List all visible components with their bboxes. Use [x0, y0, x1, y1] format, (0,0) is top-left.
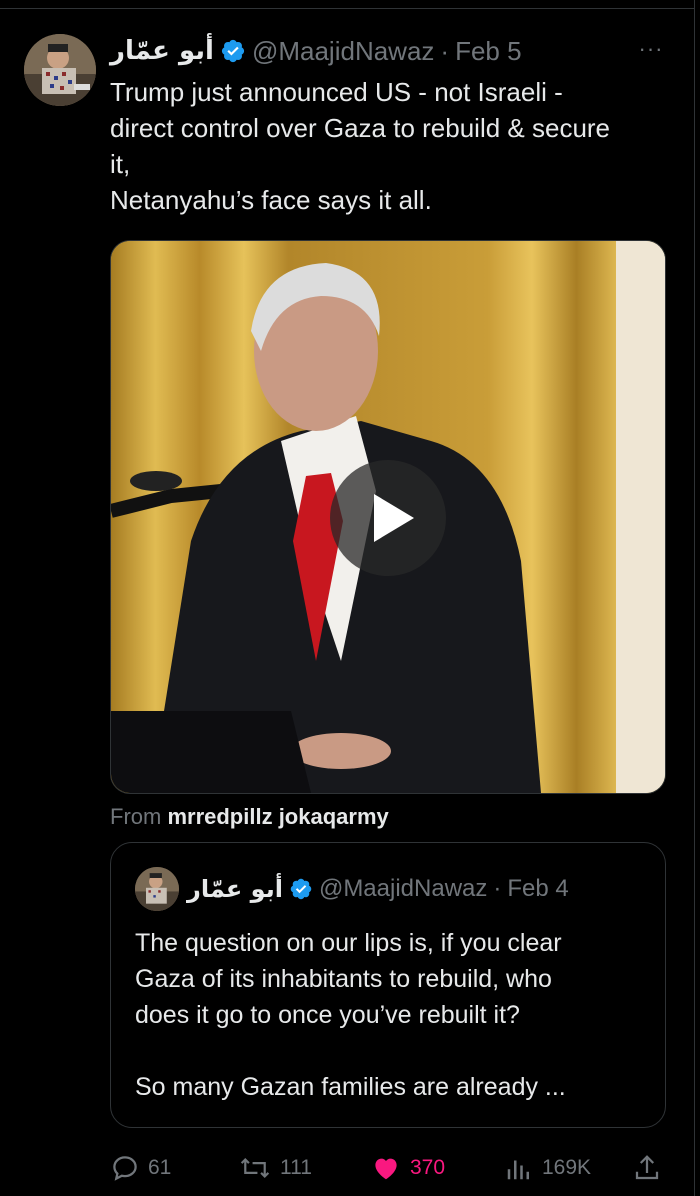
tweet-text: Trump just announced US - not Israeli - … [110, 77, 611, 215]
action-bar: 61 111 370 169K [110, 1150, 670, 1186]
separator-dot: · [440, 35, 450, 66]
play-button[interactable] [330, 460, 446, 576]
analytics-icon [507, 1160, 529, 1180]
reply-button[interactable]: 61 [110, 1150, 171, 1186]
tweet-date[interactable]: Feb 5 [455, 36, 522, 67]
quoted-display-name: أبو عمّار [187, 875, 283, 903]
share-icon [635, 1155, 659, 1180]
quoted-handle: @MaajidNawaz [318, 875, 488, 902]
reply-icon [113, 1156, 137, 1181]
display-name[interactable]: أبو عمّار [110, 36, 214, 66]
more-options-icon[interactable]: ··· [634, 34, 668, 64]
repost-button[interactable]: 111 [238, 1150, 312, 1186]
quoted-tweet[interactable]: أبو عمّار @MaajidNawaz · Feb 4 The quest… [110, 842, 666, 1128]
views-button[interactable]: 169K [504, 1150, 591, 1186]
separator-dot: · [493, 875, 502, 902]
share-button[interactable] [632, 1150, 670, 1186]
from-source-link[interactable]: mrredpillz jokaqarmy [167, 804, 388, 829]
quoted-date: Feb 4 [507, 875, 569, 902]
video-source-attribution: From mrredpillz jokaqarmy [110, 804, 389, 830]
from-prefix: From [110, 804, 162, 829]
like-count: 370 [410, 1156, 446, 1179]
quoted-tweet-text: The question on our lips is, if you clea… [135, 929, 566, 1101]
verified-badge-icon [290, 878, 312, 900]
repost-icon [240, 1157, 270, 1179]
quoted-tweet-header: أبو عمّار @MaajidNawaz · Feb 4 [187, 871, 569, 907]
heart-icon [375, 1158, 397, 1180]
tweet-header: أبو عمّار @MaajidNawaz · Feb 5 [110, 34, 522, 68]
quoted-avatar [135, 867, 179, 911]
avatar[interactable] [24, 34, 96, 106]
play-icon [374, 494, 414, 542]
right-divider [694, 0, 695, 1196]
reply-count: 61 [148, 1156, 172, 1179]
repost-count: 111 [280, 1156, 312, 1179]
handle[interactable]: @MaajidNawaz [252, 36, 434, 67]
view-count: 169K [542, 1156, 592, 1179]
top-divider [0, 8, 694, 9]
verified-badge-icon [221, 39, 245, 63]
like-button[interactable]: 370 [370, 1150, 445, 1186]
